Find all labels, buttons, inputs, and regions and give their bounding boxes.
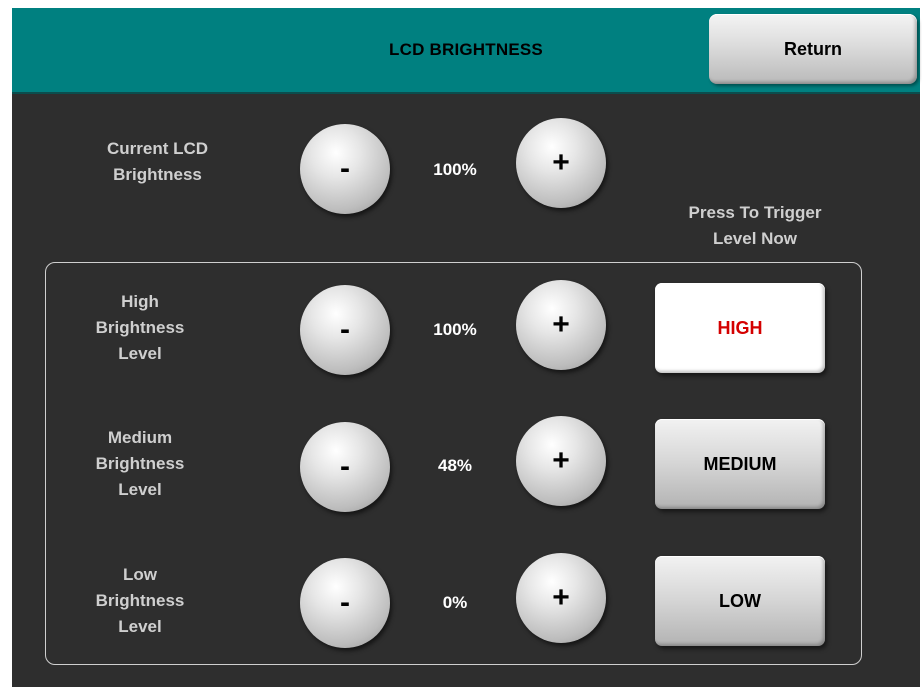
high-decrease-button[interactable]: - (300, 285, 390, 375)
trigger-title: Press To Trigger Level Now (688, 203, 822, 248)
current-decrease-button[interactable]: - (300, 124, 390, 214)
current-increase-button[interactable]: + (516, 118, 606, 208)
medium-increase-button[interactable]: + (516, 416, 606, 506)
return-button[interactable]: Return (709, 14, 917, 84)
high-increase-button[interactable]: + (516, 280, 606, 370)
low-decrease-button[interactable]: - (300, 558, 390, 648)
high-level-value: 100% (433, 320, 477, 339)
current-brightness-label: Current LCD Brightness (106, 139, 209, 184)
trigger-high-button[interactable]: HIGH (655, 283, 825, 373)
low-level-value: 0% (442, 593, 468, 612)
trigger-medium-button[interactable]: MEDIUM (655, 419, 825, 509)
medium-level-value: 48% (437, 456, 473, 475)
low-increase-button[interactable]: + (516, 553, 606, 643)
current-brightness-value: 100% (433, 160, 477, 179)
low-level-label: Low Brightness Level (95, 565, 185, 636)
high-level-label: High Brightness Level (95, 292, 185, 363)
medium-decrease-button[interactable]: - (300, 422, 390, 512)
medium-level-label: Medium Brightness Level (95, 428, 185, 499)
trigger-low-button[interactable]: LOW (655, 556, 825, 646)
